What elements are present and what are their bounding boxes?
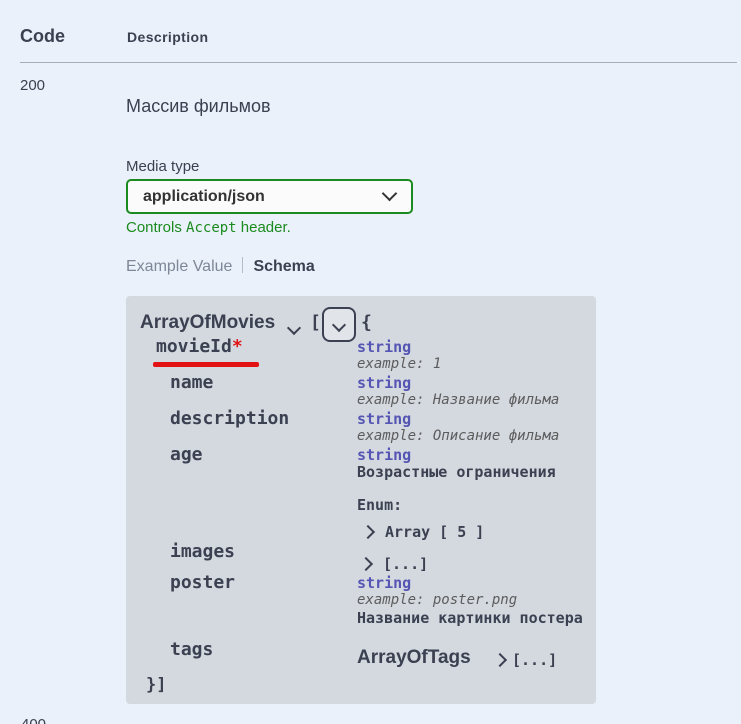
model-close-brackets: }] — [146, 675, 166, 695]
model-collapse-chevron-down-icon[interactable] — [287, 321, 301, 335]
accept-header-message: Controls Accept header. — [126, 219, 291, 236]
next-response-code: 400 — [21, 716, 46, 724]
chevron-right-icon[interactable] — [493, 653, 507, 667]
property-name-description: description — [170, 408, 289, 429]
collapsed-array-value[interactable]: [...] — [383, 555, 428, 573]
property-type: string — [357, 410, 411, 428]
property-name-tags: tags — [170, 639, 213, 660]
model-open-brace: { — [361, 312, 372, 333]
response-description: Массив фильмов — [126, 96, 271, 117]
property-name-poster: poster — [170, 572, 235, 593]
swagger-responses-panel: Code Description 200 Массив фильмов Medi… — [0, 0, 741, 724]
accept-message-suffix: header. — [237, 219, 291, 236]
property-example: example: Описание фильма — [357, 428, 559, 444]
property-example: example: poster.png — [357, 592, 517, 608]
property-name-text: movieId — [156, 336, 232, 357]
ref-model-title[interactable]: ArrayOfTags — [357, 647, 471, 669]
enum-label: Enum: — [357, 496, 402, 514]
header-divider — [20, 62, 737, 63]
media-type-label: Media type — [126, 158, 199, 175]
collapsed-array-value[interactable]: [...] — [512, 651, 557, 669]
schema-tabs: Example Value Schema — [126, 257, 315, 276]
red-annotation-underline — [153, 362, 259, 367]
property-name-images: images — [170, 541, 235, 562]
property-example: example: 1 — [357, 356, 441, 372]
property-example: example: Название фильма — [357, 392, 559, 408]
chevron-down-icon — [332, 317, 346, 331]
tab-separator — [242, 257, 243, 273]
property-description: Возрастные ограничения — [357, 463, 556, 481]
tab-example-value[interactable]: Example Value — [126, 258, 232, 275]
property-type: string — [357, 446, 411, 464]
property-type: string — [357, 374, 411, 392]
model-box: ArrayOfMovies [ { movieId* string exampl… — [126, 296, 596, 704]
chevron-right-icon[interactable] — [361, 525, 375, 539]
accept-message-code: Accept — [186, 220, 237, 236]
responses-header-description: Description — [127, 29, 208, 45]
response-code: 200 — [20, 77, 45, 94]
property-description: Название картинки постера — [357, 609, 583, 627]
model-title: ArrayOfMovies — [140, 312, 275, 334]
enum-collapsed-value[interactable]: Array [ 5 ] — [385, 523, 484, 541]
property-name-name: name — [170, 372, 213, 393]
model-open-bracket: [ — [310, 312, 321, 333]
tab-schema[interactable]: Schema — [253, 258, 314, 275]
media-type-selected-value: application/json — [143, 188, 265, 206]
accept-message-prefix: Controls — [126, 219, 186, 236]
property-type: string — [357, 574, 411, 592]
responses-header-code: Code — [20, 26, 65, 47]
chevron-down-icon — [382, 186, 398, 202]
chevron-right-icon[interactable] — [359, 557, 373, 571]
property-name-movieId: movieId* — [156, 336, 243, 357]
property-name-age: age — [170, 444, 203, 465]
model-toggle-button[interactable] — [322, 307, 356, 342]
property-type: string — [357, 338, 411, 356]
media-type-select[interactable]: application/json — [126, 179, 413, 214]
required-star: * — [232, 336, 243, 357]
